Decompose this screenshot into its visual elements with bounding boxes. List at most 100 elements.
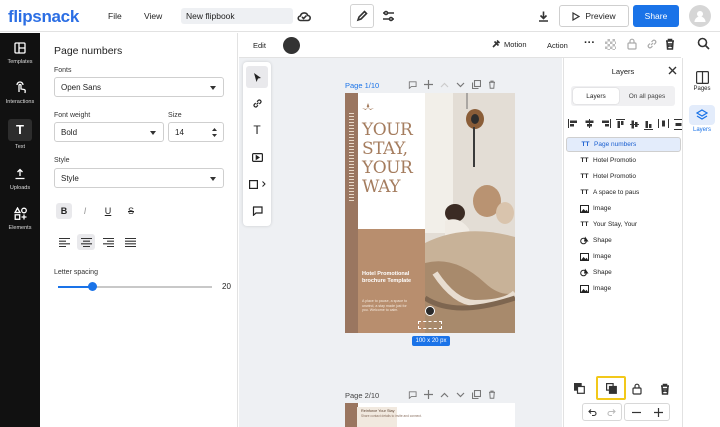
delete-icon[interactable] bbox=[665, 38, 675, 50]
delete-icon[interactable] bbox=[488, 80, 496, 89]
cover-subtitle[interactable]: Hotel Promotional brochure Template bbox=[362, 271, 422, 284]
strikethrough-button[interactable]: S bbox=[123, 203, 139, 219]
layer-item[interactable]: TT Your Stay, Your bbox=[566, 217, 681, 232]
move-up-icon[interactable] bbox=[440, 392, 449, 398]
action-button[interactable]: Action bbox=[547, 41, 568, 50]
rail-item-templates[interactable]: Templates bbox=[0, 35, 40, 69]
tab-on-all-pages[interactable]: On all pages bbox=[621, 88, 673, 104]
lock-layer-button[interactable] bbox=[632, 383, 642, 395]
align-center-icon bbox=[80, 237, 92, 247]
download-icon[interactable] bbox=[533, 6, 553, 26]
layer-item[interactable]: Image bbox=[566, 201, 681, 216]
move-up-icon[interactable] bbox=[440, 82, 449, 88]
menu-file[interactable]: File bbox=[108, 11, 122, 21]
text-tool-icon[interactable]: T bbox=[243, 119, 271, 141]
align-left-button[interactable] bbox=[55, 234, 73, 250]
cover-photo[interactable] bbox=[425, 93, 515, 333]
rail-item-elements[interactable]: Elements bbox=[0, 201, 40, 235]
right-rail: Pages Layers bbox=[682, 58, 720, 427]
layer-item[interactable]: Image bbox=[566, 281, 681, 296]
delete-layer-button[interactable] bbox=[660, 383, 670, 395]
redo-icon[interactable] bbox=[607, 408, 616, 417]
underline-button[interactable]: U bbox=[100, 203, 116, 219]
layer-item[interactable]: TT A space to paus bbox=[566, 185, 681, 200]
align-bottom-edge-icon[interactable] bbox=[644, 119, 653, 130]
align-center-button[interactable] bbox=[77, 234, 95, 250]
comment-tool-button[interactable] bbox=[243, 200, 271, 222]
font-weight-select[interactable]: Bold bbox=[54, 122, 164, 142]
font-family-select[interactable]: Open Sans bbox=[54, 77, 224, 97]
align-left-edge-icon[interactable] bbox=[568, 119, 579, 128]
zoom-in-icon[interactable] bbox=[653, 407, 663, 417]
layer-item[interactable]: Shape bbox=[566, 233, 681, 248]
menu-view[interactable]: View bbox=[144, 11, 162, 21]
upload-icon bbox=[11, 166, 29, 182]
add-icon[interactable] bbox=[424, 80, 433, 89]
shape-tool-button[interactable] bbox=[243, 173, 271, 195]
share-button[interactable]: Share bbox=[633, 5, 679, 27]
rail-item-pages[interactable]: Pages bbox=[683, 64, 720, 98]
rail-item-text[interactable]: T Text bbox=[0, 115, 40, 153]
transparency-icon[interactable] bbox=[605, 39, 616, 50]
comment-icon[interactable] bbox=[408, 80, 417, 89]
layer-item[interactable]: Shape bbox=[566, 265, 681, 280]
rail-item-layers[interactable]: Layers bbox=[683, 102, 720, 136]
layer-item[interactable]: TT Page numbers bbox=[566, 137, 681, 152]
smile-icon[interactable] bbox=[425, 306, 435, 316]
slider-handle[interactable] bbox=[88, 282, 97, 291]
page-2[interactable]: Reinforce Your Stay Share contact detail… bbox=[345, 403, 515, 427]
move-down-icon[interactable] bbox=[456, 392, 465, 398]
align-top-edge-icon[interactable] bbox=[616, 119, 625, 130]
text-style-select[interactable]: Style bbox=[54, 168, 224, 188]
add-icon[interactable] bbox=[424, 390, 433, 399]
layer-item[interactable]: TT Hotel Promotio bbox=[566, 169, 681, 184]
distribute-horizontal-icon[interactable] bbox=[658, 119, 669, 128]
layer-item[interactable]: TT Hotel Promotio bbox=[566, 153, 681, 168]
search-icon[interactable] bbox=[697, 37, 710, 50]
cloud-save-icon[interactable] bbox=[294, 6, 314, 26]
send-backward-button[interactable] bbox=[574, 383, 585, 394]
layer-item[interactable]: Image bbox=[566, 249, 681, 264]
preview-button[interactable]: Preview bbox=[559, 5, 629, 27]
undo-icon[interactable] bbox=[588, 408, 597, 417]
design-mode-button[interactable] bbox=[350, 4, 374, 28]
delete-icon[interactable] bbox=[488, 390, 496, 399]
page-1[interactable]: YOUR STAY, YOUR WAY Hotel Promotional br… bbox=[345, 93, 515, 333]
settings-sliders-icon[interactable] bbox=[378, 6, 398, 26]
bring-forward-button[interactable] bbox=[596, 376, 626, 400]
rail-item-interactions[interactable]: Interactions bbox=[0, 75, 40, 109]
italic-button[interactable]: I bbox=[77, 203, 93, 219]
align-right-edge-icon[interactable] bbox=[600, 119, 611, 128]
stepper-arrows-icon[interactable] bbox=[211, 126, 218, 139]
move-down-icon[interactable] bbox=[456, 82, 465, 88]
align-right-button[interactable] bbox=[99, 234, 117, 250]
more-options-icon[interactable]: ··· bbox=[584, 37, 595, 49]
font-size-stepper[interactable]: 14 bbox=[168, 122, 224, 142]
align-vertical-center-icon[interactable] bbox=[630, 119, 639, 130]
color-swatch[interactable] bbox=[283, 37, 300, 54]
avatar[interactable] bbox=[689, 5, 711, 27]
motion-button[interactable]: Motion bbox=[491, 39, 527, 49]
duplicate-icon[interactable] bbox=[472, 390, 481, 399]
page-2-body[interactable]: Share contact details to invite and conn… bbox=[361, 414, 422, 418]
cover-body-text[interactable]: A place to pause, a space to unwind, a s… bbox=[362, 299, 414, 313]
rail-item-uploads[interactable]: Uploads bbox=[0, 161, 40, 195]
align-horizontal-center-icon[interactable] bbox=[584, 119, 595, 128]
lock-icon[interactable] bbox=[627, 38, 637, 50]
zoom-out-icon[interactable] bbox=[631, 408, 641, 417]
flipbook-title-input[interactable] bbox=[181, 8, 293, 24]
page-2-heading[interactable]: Reinforce Your Stay bbox=[361, 409, 395, 413]
tab-layers[interactable]: Layers bbox=[573, 88, 619, 104]
cover-title[interactable]: YOUR STAY, YOUR WAY bbox=[362, 121, 426, 197]
page-number-element[interactable] bbox=[418, 321, 442, 329]
close-icon[interactable] bbox=[668, 66, 677, 75]
duplicate-icon[interactable] bbox=[472, 80, 481, 89]
align-justify-button[interactable] bbox=[121, 234, 139, 250]
link-tool-button[interactable] bbox=[243, 92, 271, 114]
link-icon[interactable] bbox=[646, 38, 658, 50]
flipsnack-logo[interactable]: flipsnack bbox=[8, 7, 79, 27]
comment-icon[interactable] bbox=[408, 390, 417, 399]
video-tool-button[interactable] bbox=[243, 146, 271, 168]
select-tool-button[interactable] bbox=[246, 66, 268, 88]
bold-button[interactable]: B bbox=[56, 203, 72, 219]
